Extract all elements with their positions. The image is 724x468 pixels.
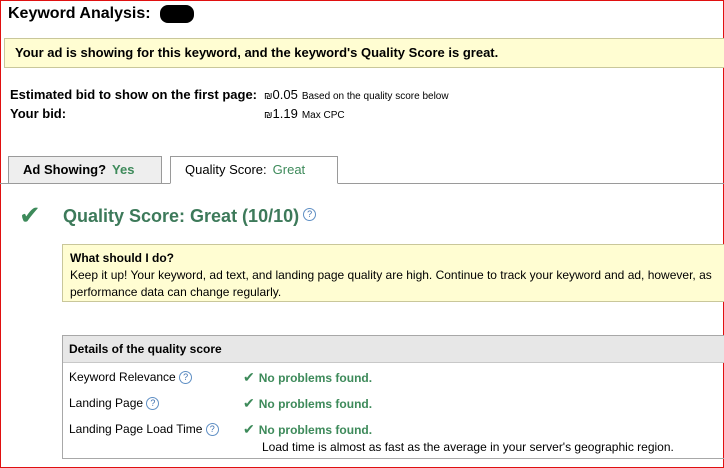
detail-label-text: Landing Page Load Time bbox=[69, 422, 203, 436]
help-icon[interactable]: ? bbox=[303, 208, 317, 221]
help-icon[interactable]: ? bbox=[179, 371, 193, 385]
your-bid-amount: 1.19 bbox=[272, 106, 298, 121]
advice-box: What should I do? Keep it up! Your keywo… bbox=[62, 244, 724, 302]
detail-result-landing-page: ✔ No problems found. bbox=[243, 395, 372, 412]
tab-quality-score[interactable]: Quality Score: Great bbox=[170, 156, 338, 184]
your-bid-label: Your bid: bbox=[10, 106, 67, 121]
tab-ad-showing[interactable]: Ad Showing? Yes bbox=[8, 156, 162, 184]
tab-quality-score-label: Quality Score: bbox=[185, 162, 267, 177]
detail-status: No problems found. bbox=[258, 397, 373, 411]
detail-status: No problems found. bbox=[258, 423, 373, 437]
first-page-bid-note: Based on the quality score below bbox=[301, 91, 449, 102]
details-heading: Details of the quality score bbox=[63, 336, 724, 363]
checkmark-icon: ✔ bbox=[19, 200, 41, 230]
first-page-bid-label: Estimated bid to show on the first page: bbox=[10, 87, 258, 102]
tab-quality-score-value: Great bbox=[272, 162, 306, 177]
your-bid-note: Max CPC bbox=[301, 110, 345, 121]
tab-ad-showing-label: Ad Showing? bbox=[23, 162, 107, 177]
detail-label-load-time: Landing Page Load Time ? bbox=[69, 422, 219, 437]
first-page-bid-value: ₪0.05 Based on the quality score below bbox=[264, 87, 449, 102]
checkmark-icon: ✔ bbox=[243, 421, 255, 437]
first-page-bid-amount: 0.05 bbox=[272, 87, 298, 102]
help-icon[interactable]: ? bbox=[205, 423, 219, 437]
status-notice: Your ad is showing for this keyword, and… bbox=[4, 38, 724, 68]
detail-label-keyword-relevance: Keyword Relevance ? bbox=[69, 370, 193, 385]
detail-note: Load time is almost as fast as the avera… bbox=[262, 440, 674, 454]
currency-symbol: ₪ bbox=[264, 91, 273, 102]
detail-label-landing-page: Landing Page ? bbox=[69, 396, 160, 411]
redacted-keyword bbox=[160, 5, 194, 23]
help-icon[interactable]: ? bbox=[146, 397, 160, 411]
checkmark-icon: ✔ bbox=[243, 395, 255, 411]
advice-body: Keep it up! Your keyword, ad text, and l… bbox=[70, 268, 712, 299]
detail-label-text: Landing Page bbox=[69, 396, 144, 410]
currency-symbol: ₪ bbox=[264, 110, 273, 121]
detail-label-text: Keyword Relevance bbox=[69, 370, 176, 384]
detail-result-load-time: ✔ No problems found. Load time is almost … bbox=[243, 421, 674, 454]
checkmark-icon: ✔ bbox=[243, 369, 255, 385]
detail-status: No problems found. bbox=[258, 371, 373, 385]
advice-heading: What should I do? bbox=[70, 251, 174, 265]
page-title: Keyword Analysis: bbox=[8, 5, 151, 22]
detail-result-keyword-relevance: ✔ No problems found. bbox=[243, 369, 372, 386]
your-bid-value: ₪1.19 Max CPC bbox=[264, 106, 345, 121]
quality-score-heading: Quality Score: Great (10/10)? bbox=[63, 206, 317, 227]
quality-score-heading-text: Quality Score: Great (10/10) bbox=[63, 206, 300, 226]
quality-details-panel: Details of the quality score Keyword Rel… bbox=[62, 335, 724, 459]
tab-ad-showing-value: Yes bbox=[112, 162, 135, 177]
